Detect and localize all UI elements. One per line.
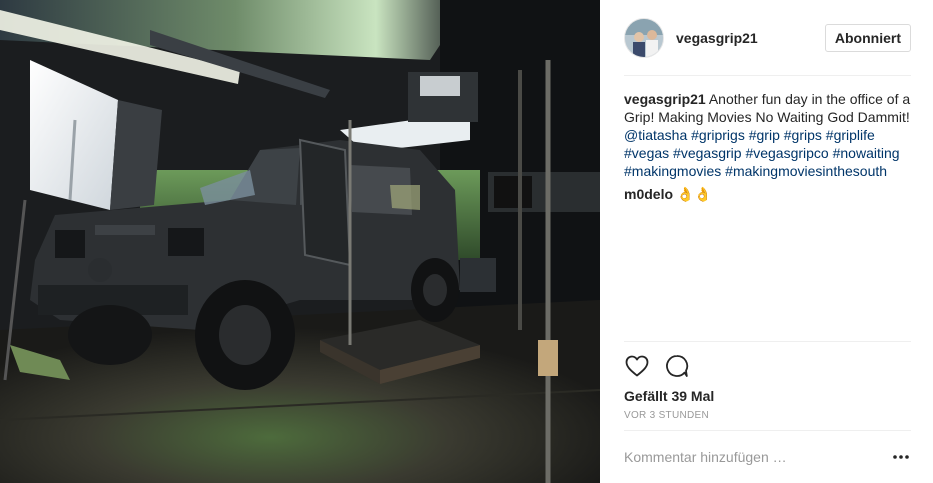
more-options-button[interactable] (891, 447, 911, 467)
avatar-image (625, 18, 663, 57)
hashtag-link[interactable]: #vegas (624, 145, 669, 161)
hashtag-link[interactable]: #grips (784, 127, 822, 143)
comment-username[interactable]: m0delo (624, 186, 673, 202)
hashtag-link[interactable]: #vegasgrip (673, 145, 742, 161)
post-actions: Gefällt 39 Mal VOR 3 STUNDEN (624, 341, 911, 421)
post-side-panel: vegasgrip21 Abonniert vegasgrip21 Anothe… (600, 0, 933, 483)
post-caption: vegasgrip21 Another fun day in the offic… (624, 76, 911, 180)
hashtag-link[interactable]: #griplife (826, 127, 875, 143)
comment-icon (666, 354, 689, 377)
hashtag-link[interactable]: #nowaiting (833, 145, 900, 161)
avatar[interactable] (624, 17, 664, 58)
hashtag-link[interactable]: #makingmoviesinthesouth (725, 163, 887, 179)
instagram-post: vegasgrip21 Abonniert vegasgrip21 Anothe… (0, 0, 933, 483)
post-photo[interactable] (0, 0, 600, 483)
more-options-icon (893, 455, 909, 459)
hashtag-link[interactable]: #vegasgripco (745, 145, 828, 161)
hashtag-link[interactable]: #grip (749, 127, 780, 143)
follow-button[interactable]: Abonniert (824, 23, 911, 52)
comment-item: m0delo 👌👌 (624, 185, 911, 203)
comment-input[interactable] (624, 449, 891, 465)
post-photo-image (0, 0, 600, 483)
hashtag-link[interactable]: #makingmovies (624, 163, 721, 179)
caption-username[interactable]: vegasgrip21 (624, 91, 706, 107)
post-header: vegasgrip21 Abonniert (624, 0, 911, 76)
heart-icon (625, 355, 649, 376)
add-comment-section (624, 430, 911, 483)
like-button[interactable] (624, 353, 650, 379)
post-timestamp[interactable]: VOR 3 STUNDEN (624, 410, 911, 421)
post-username[interactable]: vegasgrip21 (676, 30, 825, 46)
comment-button[interactable] (664, 353, 690, 379)
hashtag-link[interactable]: #griprigs (691, 127, 745, 143)
action-icons (624, 342, 911, 386)
comment-text: 👌👌 (673, 186, 712, 202)
caption-mention[interactable]: @tiatasha (624, 127, 687, 143)
likes-count[interactable]: Gefällt 39 Mal (624, 388, 911, 404)
